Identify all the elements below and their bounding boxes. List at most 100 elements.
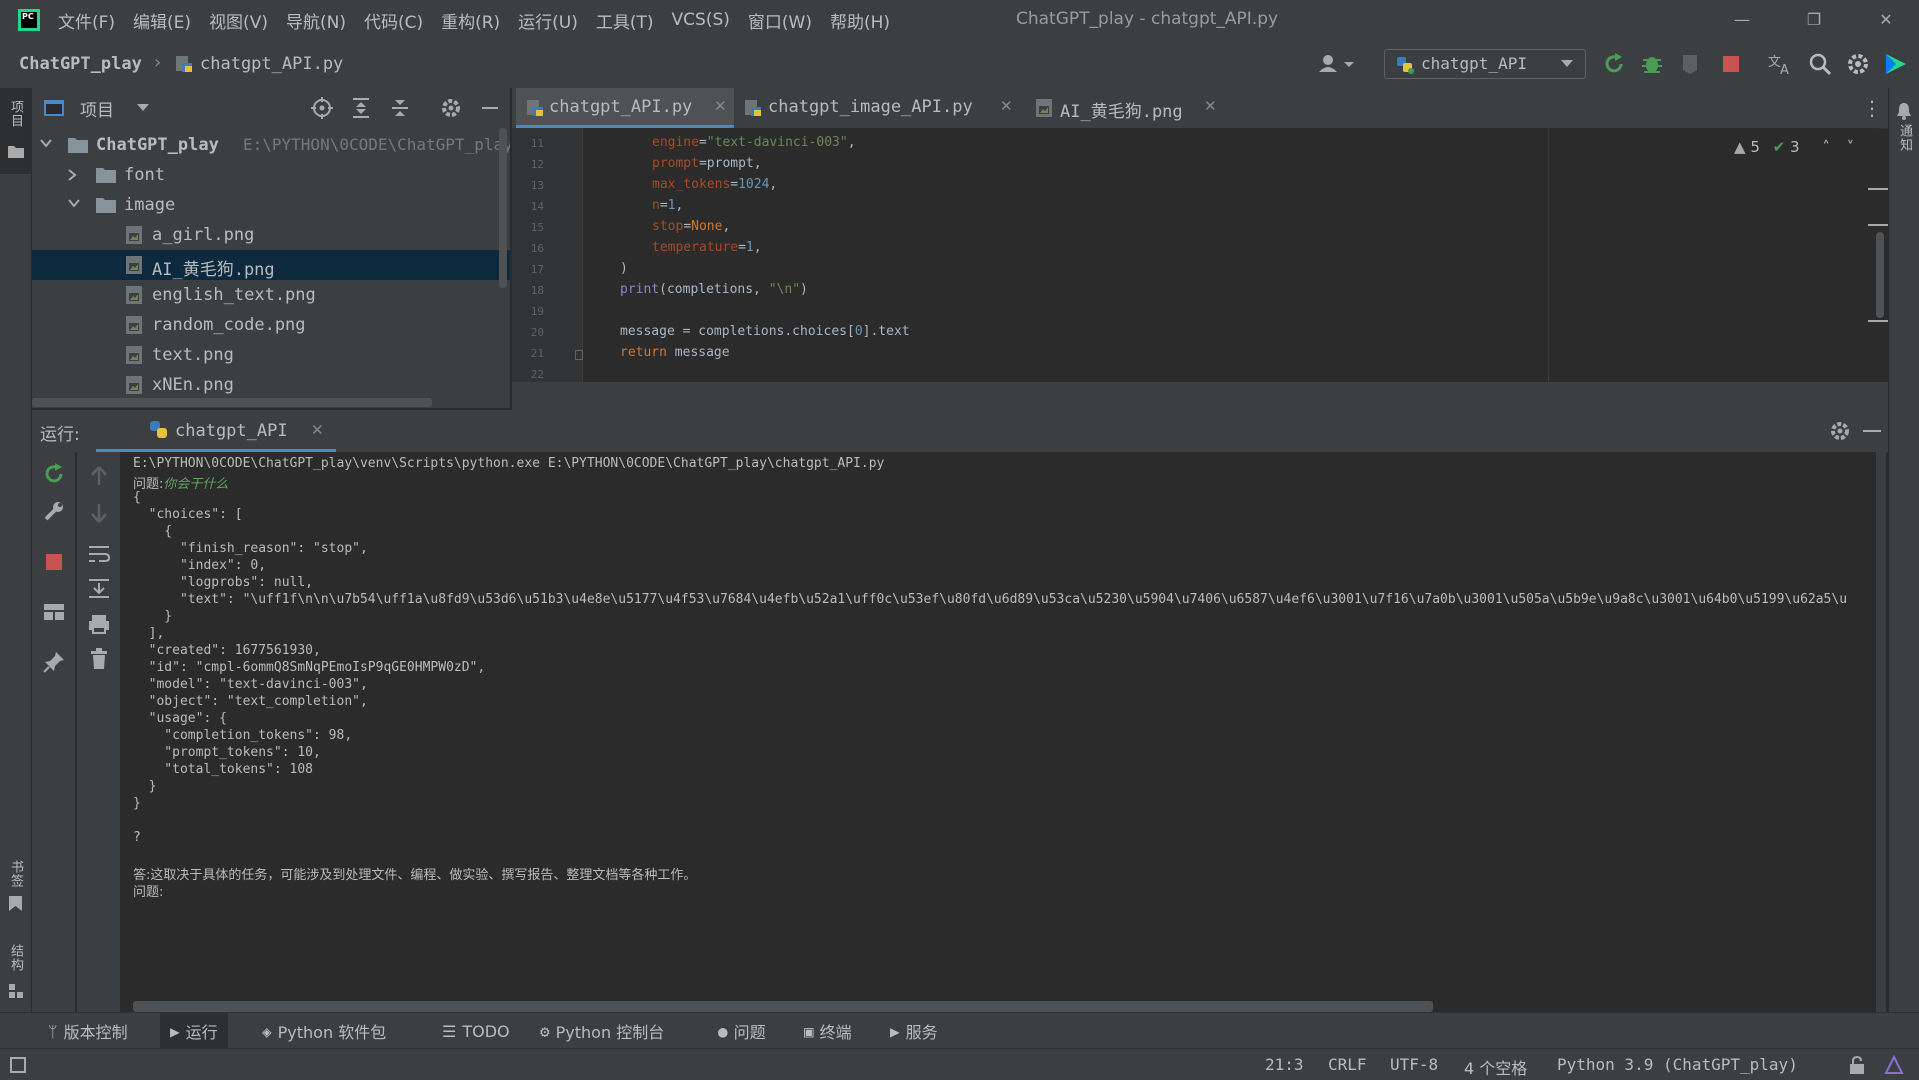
notifications-bell-icon[interactable]	[1896, 102, 1912, 120]
code-editor[interactable]: engine="text-davinci-003", prompt=prompt…	[583, 128, 1873, 382]
project-tool-button[interactable]: 项目	[0, 88, 31, 174]
chevron-down-icon[interactable]	[40, 139, 52, 149]
assistant-icon[interactable]	[1884, 1055, 1904, 1075]
breadcrumb-file[interactable]: chatgpt_API.py	[200, 54, 343, 74]
menu-refactor[interactable]: 重构(R)	[441, 8, 500, 33]
close-run-tab-icon[interactable]: ✕	[311, 421, 324, 439]
tab-problems[interactable]: ● 问题	[718, 1013, 766, 1049]
tree-folder-font[interactable]: font	[32, 160, 510, 190]
translate-icon[interactable]: 文A	[1768, 52, 1792, 76]
pin-icon[interactable]	[42, 650, 66, 674]
menu-edit[interactable]: 编辑(E)	[133, 8, 191, 33]
console-horizontal-scrollbar[interactable]	[133, 1001, 1433, 1012]
layout-icon[interactable]	[42, 600, 66, 624]
collapse-all-icon[interactable]	[390, 97, 410, 119]
view-dropdown-icon[interactable]	[137, 104, 149, 112]
tree-file-row[interactable]: a_girl.png	[32, 220, 510, 250]
restore-button[interactable]: ❐	[1794, 8, 1834, 32]
warning-stripe-marker[interactable]	[1868, 188, 1888, 190]
notifications-label[interactable]: 通知	[1895, 124, 1914, 152]
menu-tools[interactable]: 工具(T)	[596, 8, 654, 33]
tab-services[interactable]: ▶ 服务	[890, 1013, 938, 1049]
run-console[interactable]: E:\PYTHON\0CODE\ChatGPT_play\venv\Script…	[120, 452, 1877, 1012]
project-tree-vertical-scrollbar[interactable]	[499, 128, 507, 288]
tab-todo[interactable]: ☰ TODO	[442, 1013, 510, 1049]
fold-marker-icon[interactable]	[575, 350, 583, 360]
panel-settings-gear-icon[interactable]	[440, 97, 462, 119]
menu-navigate[interactable]: 导航(N)	[286, 8, 346, 33]
menu-file[interactable]: 文件(F)	[58, 8, 115, 33]
menu-window[interactable]: 窗口(W)	[748, 8, 812, 33]
stop-icon[interactable]	[1719, 52, 1743, 76]
tree-file-row[interactable]: text.png	[32, 340, 510, 370]
lock-icon[interactable]	[1849, 1056, 1865, 1074]
breadcrumb-project[interactable]: ChatGPT_play	[19, 54, 142, 74]
locate-file-icon[interactable]	[311, 97, 333, 119]
menu-help[interactable]: 帮助(H)	[830, 8, 890, 33]
trash-icon[interactable]	[87, 647, 111, 671]
run-panel-settings-gear-icon[interactable]	[1829, 420, 1851, 442]
editor-tab-chatgpt-api[interactable]: chatgpt_API.py ✕	[516, 88, 734, 128]
console-vertical-scrollbar[interactable]	[1876, 452, 1886, 1012]
menu-code[interactable]: 代码(C)	[364, 8, 423, 33]
warning-stripe-marker[interactable]	[1868, 224, 1888, 226]
caret-position[interactable]: 21:3	[1265, 1055, 1304, 1074]
editor-tab-image[interactable]: AI_黄毛狗.png ✕	[1026, 88, 1226, 128]
close-window-button[interactable]: ✕	[1866, 8, 1906, 32]
wrench-icon[interactable]	[42, 499, 66, 523]
tree-file-row[interactable]: xNEn.png	[32, 370, 510, 400]
stop-icon[interactable]	[42, 550, 66, 574]
toggle-tool-windows-icon[interactable]	[10, 1057, 26, 1073]
arrow-up-icon[interactable]	[87, 464, 111, 488]
jetbrains-toolbox-icon[interactable]	[1884, 52, 1908, 76]
file-encoding[interactable]: UTF-8	[1390, 1055, 1438, 1074]
tree-folder-image[interactable]: image	[32, 190, 510, 220]
editor-scrollbar[interactable]	[1876, 232, 1884, 318]
structure-tool-button[interactable]: 结构	[0, 936, 31, 1006]
tab-python-console[interactable]: ⚙ Python 控制台	[540, 1013, 664, 1049]
minimize-button[interactable]: —	[1722, 8, 1762, 32]
tree-file-row-selected[interactable]: AI_黄毛狗.png	[32, 250, 510, 280]
coverage-icon[interactable]	[1679, 52, 1703, 76]
settings-gear-icon[interactable]	[1846, 52, 1870, 76]
project-tree-horizontal-scrollbar[interactable]	[32, 398, 432, 407]
chevron-down-icon[interactable]: ˅	[1847, 138, 1855, 156]
hide-panel-icon[interactable]	[482, 107, 498, 109]
tab-python-packages[interactable]: ◈ Python 软件包	[262, 1013, 386, 1049]
chevron-up-icon[interactable]: ˄	[1822, 138, 1830, 156]
chevron-down-icon[interactable]	[68, 199, 80, 209]
python-interpreter[interactable]: Python 3.9 (ChatGPT_play)	[1557, 1055, 1798, 1074]
user-account-icon[interactable]	[1316, 52, 1356, 76]
arrow-down-icon[interactable]	[87, 501, 111, 525]
tab-terminal[interactable]: ▣ 终端	[804, 1013, 852, 1049]
debug-icon[interactable]	[1640, 52, 1664, 76]
scroll-to-end-icon[interactable]	[87, 576, 111, 600]
hide-run-panel-icon[interactable]	[1863, 430, 1881, 432]
search-icon[interactable]	[1808, 52, 1832, 76]
expand-all-icon[interactable]	[351, 97, 371, 119]
close-tab-icon[interactable]: ✕	[714, 97, 727, 115]
more-tabs-icon[interactable]: ⋮	[1862, 96, 1882, 120]
tree-file-row[interactable]: english_text.png	[32, 280, 510, 310]
menu-vcs[interactable]: VCS(S)	[672, 10, 730, 30]
print-icon[interactable]	[87, 612, 111, 636]
bookmarks-tool-button[interactable]: 书签	[0, 848, 31, 918]
rerun-icon[interactable]	[42, 462, 66, 486]
menu-view[interactable]: 视图(V)	[209, 8, 268, 33]
tree-file-row[interactable]: random_code.png	[32, 310, 510, 340]
tab-run[interactable]: ▶ 运行	[160, 1013, 228, 1049]
inspection-widget[interactable]: ▲ 5 ✔ 3 ˄ ˅	[1734, 138, 1854, 156]
run-tab-chatgpt-api[interactable]: chatgpt_API ✕	[96, 410, 336, 452]
tab-version-control[interactable]: ᛘ 版本控制	[48, 1013, 128, 1049]
warning-stripe-marker[interactable]	[1868, 320, 1888, 322]
project-panel-title[interactable]: 项目	[80, 96, 114, 121]
indent-setting[interactable]: 4 个空格	[1464, 1055, 1527, 1079]
tree-root-row[interactable]: ChatGPT_play E:\PYTHON\0CODE\ChatGPT_pla…	[32, 130, 510, 160]
close-tab-icon[interactable]: ✕	[1000, 97, 1013, 115]
close-tab-icon[interactable]: ✕	[1204, 97, 1217, 115]
menu-run[interactable]: 运行(U)	[518, 8, 578, 33]
editor-tab-chatgpt-image-api[interactable]: chatgpt_image_API.py ✕	[738, 88, 1022, 128]
line-separator[interactable]: CRLF	[1328, 1055, 1367, 1074]
run-configuration-selector[interactable]: chatgpt_API	[1384, 49, 1586, 79]
rerun-icon[interactable]	[1602, 52, 1626, 76]
